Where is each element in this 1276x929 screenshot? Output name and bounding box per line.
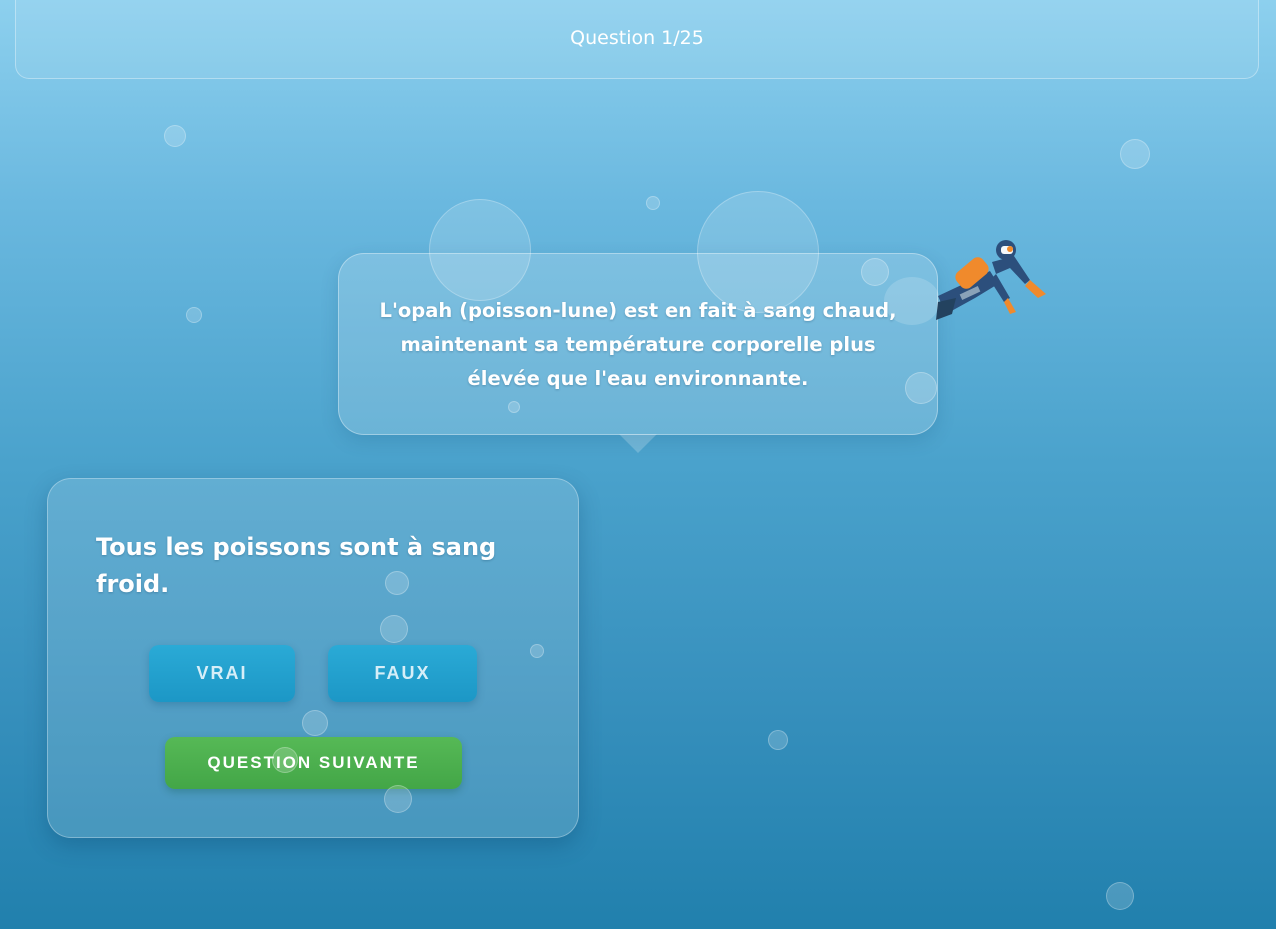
bubble-icon [272,747,298,773]
bubble-icon [1106,882,1134,910]
bubble-icon [1120,139,1150,169]
fact-text: L'opah (poisson-lune) est en fait à sang… [379,299,897,390]
bubble-icon [302,710,328,736]
bubble-icon [905,372,937,404]
next-question-button[interactable]: QUESTION SUIVANTE [165,737,462,789]
question-counter: Question 1/25 [570,27,704,49]
false-button[interactable]: FAUX [328,645,477,702]
bubble-icon [768,730,788,750]
bubble-icon [380,615,408,643]
question-statement: Tous les poissons sont à sang froid. [96,533,497,598]
true-button[interactable]: VRAI [149,645,295,702]
header-bar: Question 1/25 [15,0,1259,79]
bubble-icon [384,785,412,813]
bubble-icon [646,196,660,210]
bubble-icon [186,307,202,323]
bubble-icon [164,125,186,147]
speech-bubble-tail [619,434,657,453]
fact-speech-bubble: L'opah (poisson-lune) est en fait à sang… [338,253,938,435]
diver-icon [884,240,1046,325]
bubble-icon [508,401,520,413]
quiz-card: Tous les poissons sont à sang froid. VRA… [47,478,579,838]
bubble-icon [385,571,409,595]
bubble-icon [530,644,544,658]
